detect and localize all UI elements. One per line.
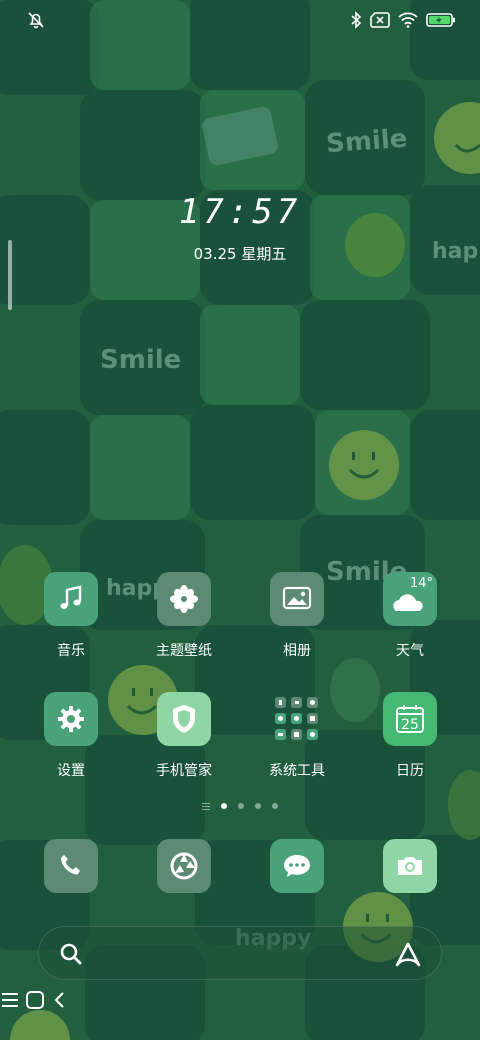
app-phone-manager[interactable]: 手机管家 bbox=[134, 692, 234, 780]
dock-phone[interactable] bbox=[44, 839, 98, 893]
app-themes[interactable]: 主题壁纸 bbox=[134, 572, 234, 660]
app-label: 设置 bbox=[57, 763, 85, 779]
status-bar bbox=[0, 0, 480, 40]
search-icon[interactable] bbox=[59, 942, 83, 966]
calendar-day-badge: 25 bbox=[401, 717, 419, 733]
dock-camera[interactable] bbox=[383, 839, 437, 893]
page-dot[interactable] bbox=[272, 803, 278, 809]
app-settings[interactable]: 设置 bbox=[21, 692, 121, 780]
back-icon[interactable] bbox=[50, 990, 70, 1010]
shield-icon bbox=[173, 705, 195, 733]
dock-messages[interactable] bbox=[270, 839, 324, 893]
gear-icon bbox=[58, 706, 84, 732]
app-label: 手机管家 bbox=[156, 763, 212, 779]
theme-flower-icon bbox=[170, 585, 198, 613]
navigation-bar bbox=[0, 990, 480, 1040]
browser-icon bbox=[170, 852, 198, 880]
settings-app-icon[interactable] bbox=[44, 692, 98, 746]
app-weather[interactable]: 14° 天气 bbox=[360, 572, 460, 660]
folder-grid-icon bbox=[275, 697, 318, 740]
home-icon[interactable] bbox=[25, 990, 45, 1010]
app-music[interactable]: 音乐 bbox=[21, 572, 121, 660]
page-dot-active[interactable] bbox=[221, 803, 227, 809]
wifi-icon bbox=[398, 12, 418, 28]
app-system-tools-folder[interactable]: 系统工具 bbox=[247, 692, 347, 780]
music-app-icon[interactable] bbox=[44, 572, 98, 626]
page-list-icon[interactable] bbox=[202, 802, 210, 810]
messages-icon bbox=[284, 855, 310, 877]
app-label: 主题壁纸 bbox=[156, 643, 212, 659]
app-label: 音乐 bbox=[57, 643, 85, 659]
search-bar[interactable] bbox=[38, 926, 442, 980]
menu-icon[interactable] bbox=[0, 990, 20, 1010]
svg-text:Smile: Smile bbox=[325, 124, 408, 160]
dock-browser[interactable] bbox=[157, 839, 211, 893]
bluetooth-icon bbox=[351, 11, 362, 29]
app-label: 天气 bbox=[396, 643, 424, 659]
app-calendar[interactable]: 25 日历 bbox=[360, 692, 460, 780]
phone-icon bbox=[61, 855, 80, 875]
weather-temp-badge: 14° bbox=[409, 576, 433, 591]
gallery-app-icon[interactable] bbox=[270, 572, 324, 626]
svg-text:Smile: Smile bbox=[100, 345, 181, 375]
app-gallery[interactable]: 相册 bbox=[247, 572, 347, 660]
themes-app-icon[interactable] bbox=[157, 572, 211, 626]
clock-time[interactable]: 17:57 bbox=[0, 192, 480, 232]
battery-charging-icon bbox=[426, 13, 455, 27]
camera-icon bbox=[398, 857, 422, 875]
page-dot[interactable] bbox=[238, 803, 244, 809]
app-label: 相册 bbox=[283, 643, 311, 659]
app-label: 日历 bbox=[396, 763, 424, 779]
calendar-app-icon[interactable]: 25 bbox=[383, 692, 437, 746]
clock-date[interactable]: 03.25 星期五 bbox=[0, 243, 480, 264]
phone-manager-app-icon[interactable] bbox=[157, 692, 211, 746]
music-note-icon bbox=[60, 585, 82, 609]
bell-off-icon bbox=[28, 12, 44, 29]
weather-app-icon[interactable]: 14° bbox=[383, 572, 437, 626]
no-sim-icon bbox=[370, 12, 390, 28]
gallery-icon bbox=[282, 586, 312, 610]
system-tools-folder-icon[interactable] bbox=[270, 692, 324, 746]
page-indicator[interactable] bbox=[200, 800, 280, 812]
page-dot[interactable] bbox=[255, 803, 261, 809]
assistant-icon[interactable] bbox=[393, 939, 423, 969]
weather-icon bbox=[393, 594, 423, 611]
app-label: 系统工具 bbox=[269, 763, 325, 779]
